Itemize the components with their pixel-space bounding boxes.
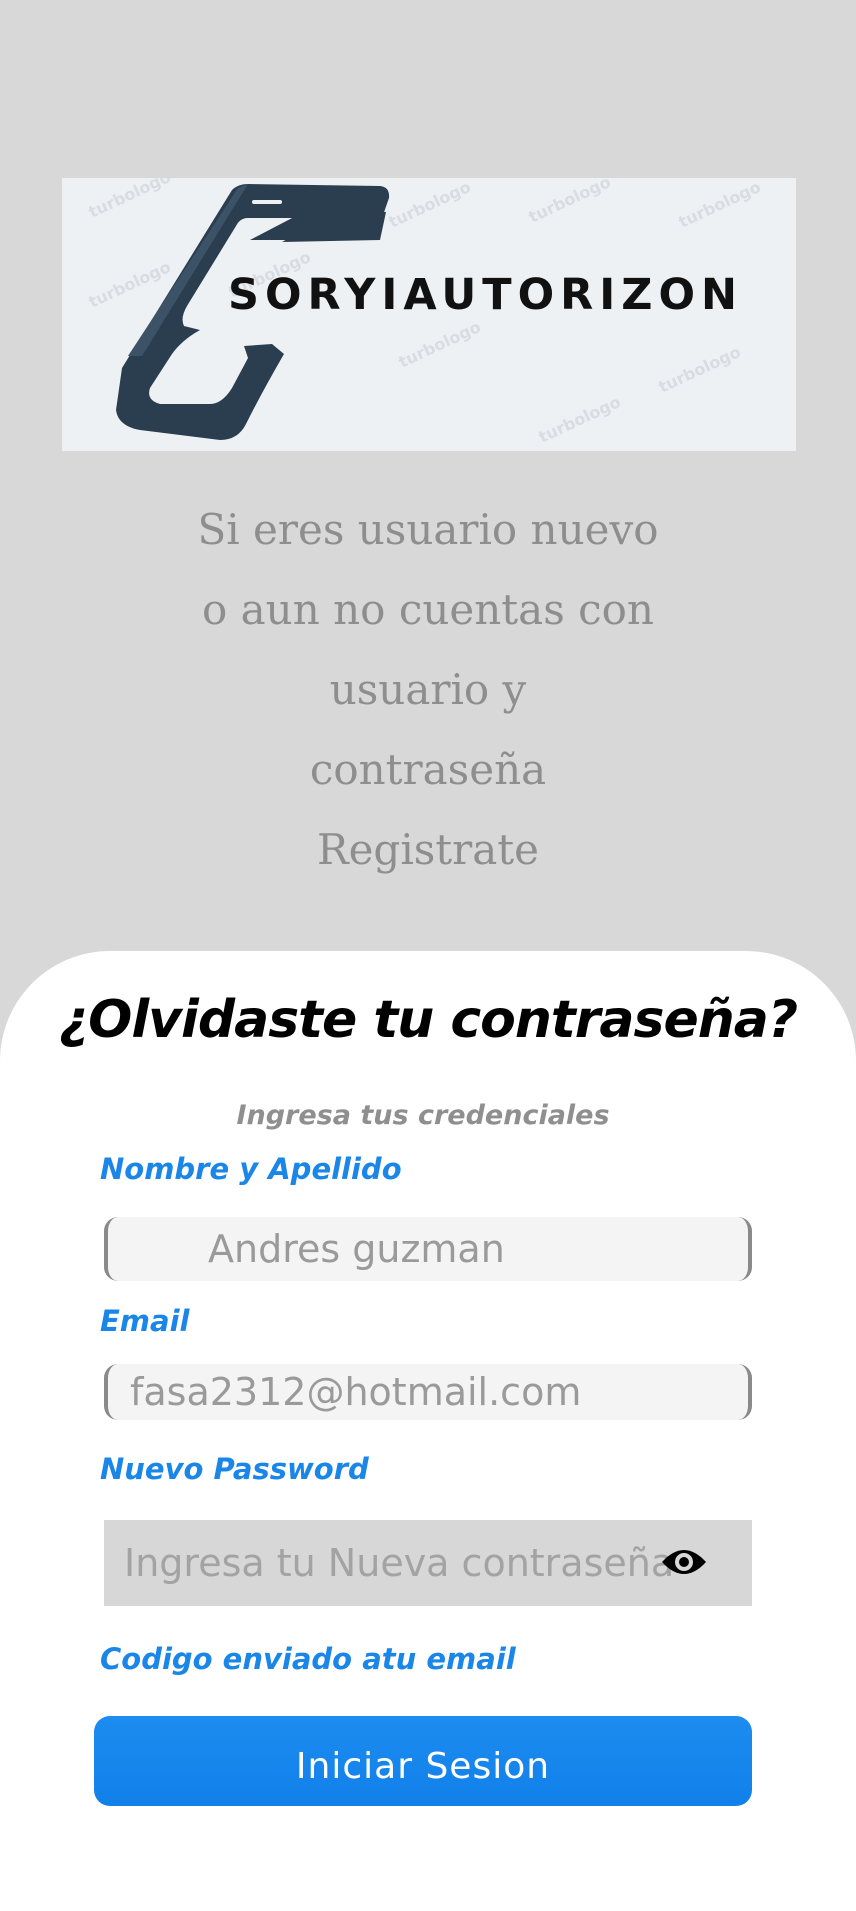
email-label: Email	[100, 1304, 190, 1338]
watermark-text: turbologo	[386, 178, 474, 232]
page-title: ¿Olvidaste tu contraseña?	[58, 990, 798, 1050]
register-prompt-line: usuario y	[329, 665, 527, 714]
code-sent-link[interactable]: Codigo enviado atu email	[100, 1642, 516, 1676]
watermark-text: turbologo	[526, 178, 614, 227]
logo-banner: turbologo turbologo turbologo turbologo …	[62, 178, 796, 451]
watermark-text: turbologo	[396, 317, 484, 372]
name-field[interactable]: Andres guzman	[104, 1217, 752, 1281]
watermark-text: turbologo	[676, 178, 764, 232]
email-field[interactable]: fasa2312@hotmail.com	[104, 1364, 752, 1420]
login-button[interactable]: Iniciar Sesion	[94, 1716, 752, 1806]
register-link[interactable]: Registrate	[150, 810, 706, 890]
password-label: Nuevo Password	[100, 1452, 369, 1486]
form-subtitle: Ingresa tus credenciales	[236, 1100, 610, 1131]
watermark-text: turbologo	[656, 342, 744, 397]
watermark-text: turbologo	[86, 257, 174, 312]
eye-icon[interactable]	[660, 1542, 708, 1582]
register-prompt[interactable]: Si eres usuario nuevo o aun no cuentas c…	[150, 490, 706, 890]
name-label: Nombre y Apellido	[100, 1152, 402, 1186]
register-prompt-line: contraseña	[309, 745, 547, 794]
password-placeholder: Ingresa tu Nueva contraseña	[124, 1541, 675, 1585]
register-prompt-line: Si eres usuario nuevo	[197, 505, 659, 554]
watermark-text: turbologo	[536, 392, 624, 447]
register-prompt-line: o aun no cuentas con	[202, 585, 654, 634]
logo-wordmark: SORYIAUTORIZON	[228, 270, 744, 320]
new-password-input[interactable]: Ingresa tu Nueva contraseña	[104, 1520, 752, 1606]
watermark-text: turbologo	[86, 178, 174, 222]
